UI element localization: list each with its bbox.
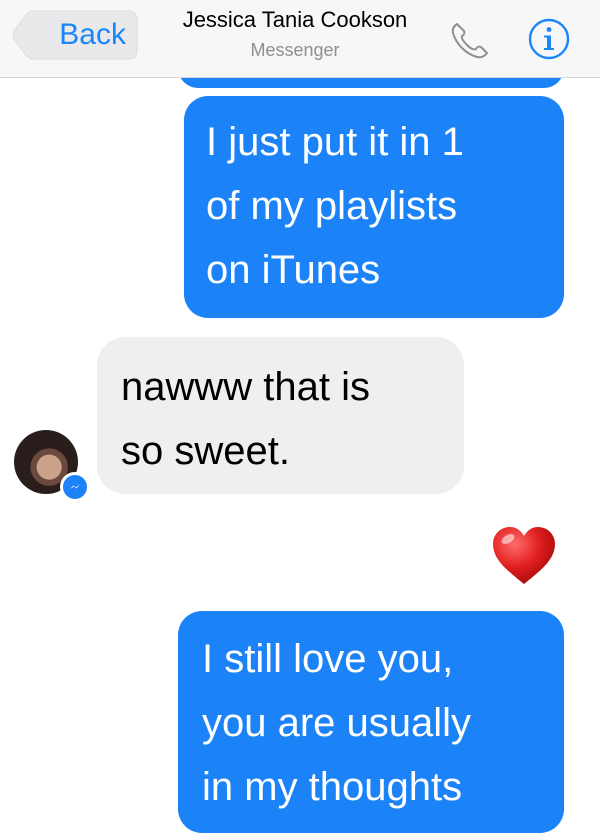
phone-icon[interactable]: [447, 18, 495, 62]
message-bubble-sent[interactable]: I just put it in 1 of my playlists on iT…: [184, 96, 564, 318]
contact-subtitle: Messenger: [250, 40, 340, 60]
message-bubble-sent[interactable]: I still love you, you are usually in my …: [178, 611, 564, 833]
message-line: on iTunes: [206, 248, 381, 292]
info-icon[interactable]: [527, 17, 571, 61]
heart-emoji-icon[interactable]: [490, 524, 558, 588]
messenger-badge-icon: [60, 472, 90, 502]
message-line: of my playlists: [206, 184, 458, 228]
message-line: I still love you,: [202, 637, 454, 681]
message-line: I just put it in 1: [206, 120, 464, 164]
contact-name: Jessica Tania Cookson: [182, 7, 408, 32]
conversation-title[interactable]: Jessica Tania Cookson Messenger: [160, 6, 430, 63]
message-bubble-received[interactable]: nawww that is so sweet.: [97, 337, 464, 494]
conversation-header: Back Jessica Tania Cookson Messenger: [0, 0, 600, 78]
message-line: nawww that is: [121, 365, 370, 409]
message-line: in my thoughts: [202, 765, 463, 809]
message-line: you are usually: [202, 701, 472, 745]
message-line: so sweet.: [121, 429, 290, 473]
chat-thread[interactable]: I just put it in 1 of my playlists on iT…: [0, 0, 600, 833]
back-button[interactable]: Back: [12, 10, 138, 60]
back-button-label: Back: [59, 18, 126, 51]
